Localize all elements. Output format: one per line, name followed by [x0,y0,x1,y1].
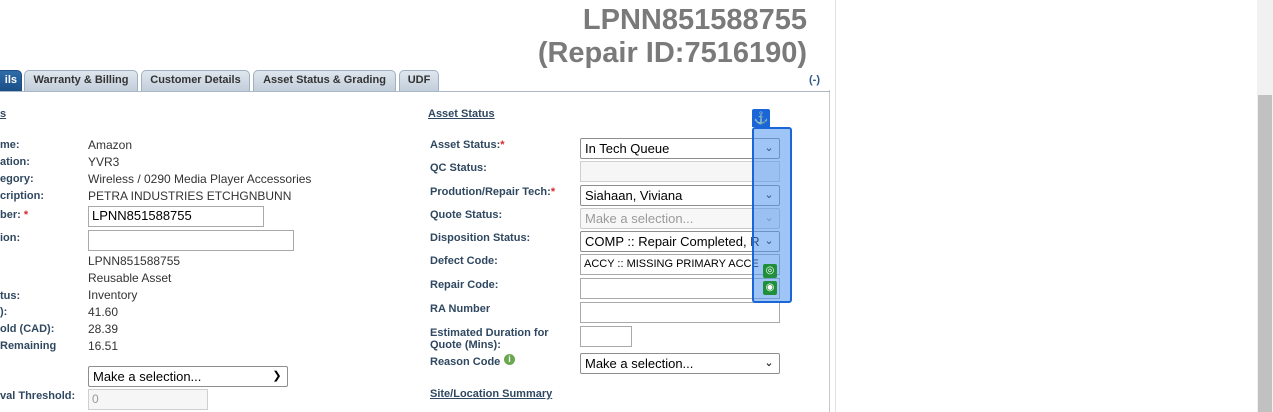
chevron-down-icon: ⌄ [764,357,774,369]
page-title: LPNN851588755 [582,4,807,36]
dropdown-value: COMP :: Repair Completed, R [585,234,760,249]
field-value: Wireless / 0290 Media Player Accessories [88,172,312,186]
required-marker: * [550,186,556,198]
left-selection-dropdown[interactable]: Make a selection... ❯ [88,366,288,387]
camera-icon[interactable]: ◉ [763,281,777,295]
field-value: Reusable Asset [88,271,172,285]
tab-underline [0,91,830,92]
disposition-label: Disposition Status: [430,232,531,244]
field-label: ation: [0,156,30,168]
est-duration-label-line2: Quote (Mins): [430,339,501,351]
dropdown-value: In Tech Queue [585,141,670,156]
required-marker: * [500,139,505,151]
tab-asset-status-grading[interactable]: Asset Status & Grading [253,70,396,91]
repair-id-title: (Repair ID:7516190) [537,37,807,69]
dropdown-value: Make a selection... [93,369,202,384]
dropdown-value: Make a selection... [585,211,694,226]
ra-number-input[interactable] [580,302,780,323]
defect-code-input[interactable]: ACCY :: MISSING PRIMARY ACCE [580,254,780,275]
field-label: Remaining [0,340,57,352]
dropdown-value: Siahaan, Viviana [585,188,683,203]
info-icon[interactable]: i [504,354,515,365]
dropdown-value: Make a selection... [585,356,694,371]
quote-status-label: Quote Status: [430,209,503,221]
field-label: ): [0,306,8,318]
quote-status-select[interactable]: Make a selection... ⌄ [580,208,780,229]
tab-details[interactable]: ils [0,70,22,91]
repair-code-label: Repair Code: [430,279,499,291]
threshold-input[interactable]: 0 [88,389,208,410]
tab-customer-details[interactable]: Customer Details [141,70,250,91]
ra-number-label: RA Number [430,303,491,315]
asset-status-select[interactable]: In Tech Queue ⌄ [580,138,780,159]
field-value: 28.39 [88,322,119,336]
site-location-heading: Site/Location Summary [430,388,553,400]
field-value: YVR3 [88,155,120,169]
disposition-select[interactable]: COMP :: Repair Completed, R ⌄ [580,231,780,252]
field-value: PETRA INDUSTRIES ETCHGNBUNN [88,189,292,203]
asset-status-heading: Asset Status [428,108,495,120]
tab-udf[interactable]: UDF [399,70,439,91]
field-label: tus: [0,290,21,302]
required-marker: * [23,209,29,221]
anchor-icon[interactable]: ⚓ [752,109,770,127]
target-icon[interactable]: ◎ [763,264,777,278]
field-label: cription: [0,190,44,202]
field-label: me: [0,139,20,151]
chevron-down-icon: ❯ [272,370,282,382]
field-value: LPNN851588755 [88,254,181,268]
field-value: 16.51 [88,339,119,353]
scrollbar-thumb[interactable] [1258,95,1272,412]
field-label: ber: * [0,209,29,221]
qc-status-label: QC Status: [430,162,487,174]
est-duration-input[interactable] [580,326,632,347]
field-value: Amazon [88,138,133,152]
field-label: old (CAD): [0,323,55,335]
qc-status-input[interactable] [580,161,780,182]
tech-label: Prodution/Repair Tech:* [430,186,556,198]
reason-code-label: Reason Code [430,356,501,368]
est-duration-label: Estimated Duration for [430,327,549,339]
panel-border [829,90,830,412]
field-label: egory: [0,173,34,185]
field-value: Inventory [88,288,138,302]
left-section-heading: s [0,108,7,120]
defect-code-label: Defect Code: [430,255,498,267]
tab-warranty-billing[interactable]: Warranty & Billing [24,70,138,91]
collapse-toggle[interactable]: (-) [809,74,820,86]
field-label: ion: [0,232,21,244]
field-value: 41.60 [88,305,119,319]
lpn-number-input[interactable]: LPNN851588755 [88,206,264,227]
repair-code-input[interactable] [580,278,780,299]
panel-divider [835,0,836,412]
threshold-label: val Threshold: [0,390,76,402]
asset-status-label: Asset Status:* [430,139,505,151]
reason-code-select[interactable]: Make a selection... ⌄ [580,353,780,374]
tech-select[interactable]: Siahaan, Viviana ⌄ [580,185,780,206]
location-input[interactable] [88,230,294,251]
